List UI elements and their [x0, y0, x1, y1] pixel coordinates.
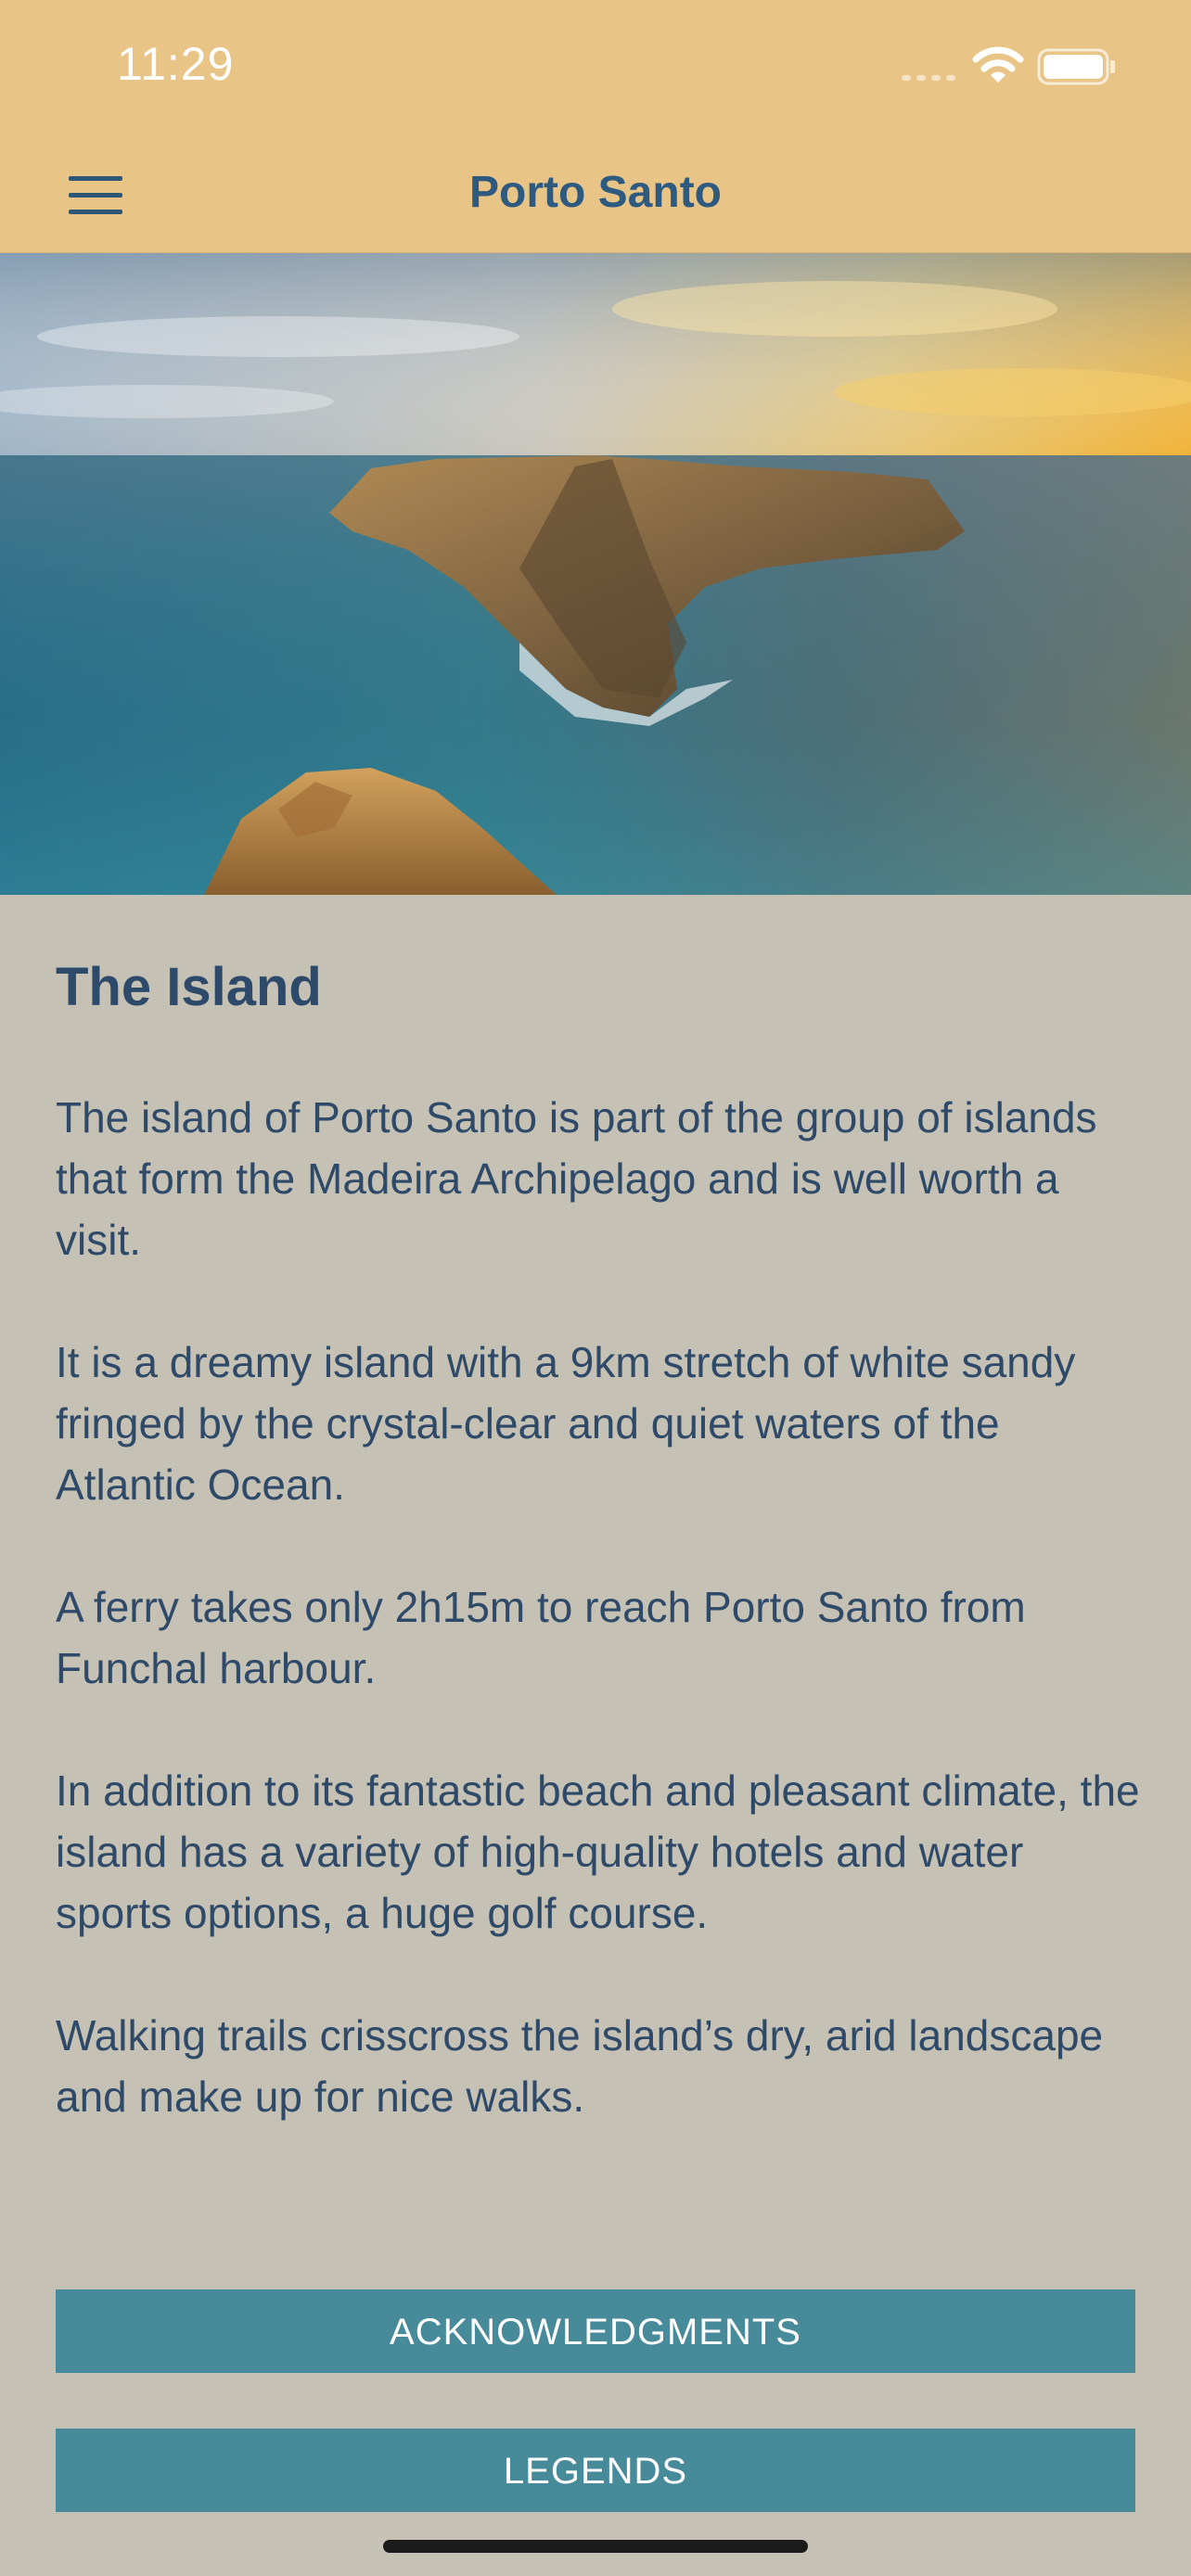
acknowledgments-button[interactable]: ACKNOWLEDGMENTS [56, 2289, 1135, 2373]
article-paragraph: The island of Porto Santo is part of the… [56, 1093, 1097, 1264]
article-heading: The Island [56, 957, 322, 1017]
article-paragraph: A ferry takes only 2h15m to reach Porto … [56, 1583, 1026, 1692]
status-time: 11:29 [117, 38, 235, 90]
home-indicator[interactable] [383, 2540, 808, 2553]
battery-icon [1037, 48, 1115, 85]
island-photo [0, 253, 1191, 895]
article-paragraph: Walking trails crisscross the island’s d… [56, 2011, 1104, 2121]
article-paragraph: In addition to its fantastic beach and p… [56, 1766, 1140, 1937]
legends-button[interactable]: LEGENDS [56, 2429, 1135, 2512]
page-title: Porto Santo [469, 168, 722, 217]
nav-bar: Porto Santo [0, 139, 1191, 253]
wifi-icon [972, 46, 1024, 83]
signal-icon [902, 75, 955, 81]
article-paragraph: It is a dreamy island with a 9km stretch… [56, 1338, 1076, 1509]
article: The Island The island of Porto Santo is … [56, 946, 1141, 2188]
status-bar: 11:29 [0, 0, 1191, 139]
